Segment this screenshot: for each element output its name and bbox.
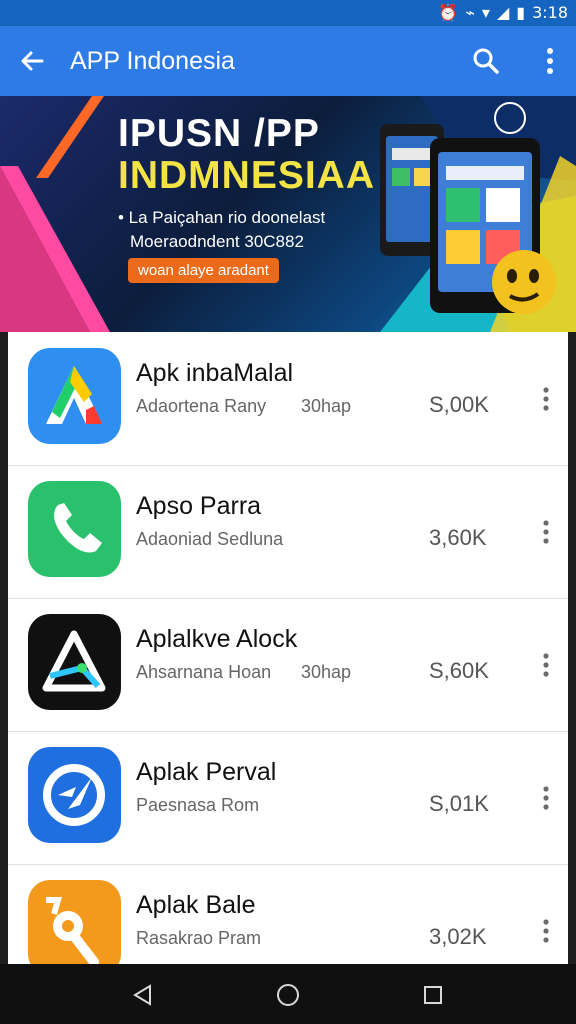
- list-item[interactable]: Apso Parra Adaoniad Sedluna 3,60K: [8, 465, 568, 599]
- banner-subtitle-line2: Moeraodndent 30C882: [130, 232, 304, 251]
- phone-call-icon: [28, 481, 121, 577]
- app-name: Aplalkve Alock: [136, 625, 298, 653]
- triangle-a-black-icon: [28, 614, 121, 710]
- battery-icon: ▮: [516, 3, 526, 22]
- status-bar: ⏰ ⌁ ▾ ◢ ▮ 3:18: [0, 0, 576, 26]
- app-developer: Paesnasa Rom: [136, 795, 260, 815]
- app-extra: 30hap: [301, 662, 352, 682]
- back-triangle-icon[interactable]: [128, 980, 158, 1010]
- status-icons: ⏰ ⌁ ▾ ◢ ▮ 3:18: [438, 3, 568, 22]
- wifi-icon: ▾: [481, 3, 490, 22]
- app-rating: 3,02K: [429, 924, 487, 949]
- more-vert-icon[interactable]: [534, 783, 558, 813]
- home-circle-icon[interactable]: [273, 980, 303, 1010]
- app-developer: Adaoniad Sedluna: [136, 529, 284, 549]
- list-item[interactable]: Apk inbaMalal Adaortena Rany 30hap S,00K: [8, 332, 568, 466]
- app-rating: 3,60K: [429, 525, 487, 550]
- banner-title-line1: IPUSN /PP: [118, 112, 320, 155]
- app-rating: S,60K: [429, 658, 489, 683]
- more-vert-icon[interactable]: [534, 384, 558, 414]
- more-vert-icon[interactable]: [534, 916, 558, 946]
- app-developer: Adaortena Rany: [136, 396, 267, 416]
- promo-banner[interactable]: IPUSN /PP INDMNESIAA • La Paiçahan rio d…: [0, 96, 576, 332]
- banner-cta-button[interactable]: woan alaye aradant: [128, 258, 279, 283]
- more-vert-icon[interactable]: [536, 43, 564, 79]
- app-list: Apk inbaMalal Adaortena Rany 30hap S,00K…: [8, 332, 568, 964]
- app-bar: APP Indonesia: [0, 26, 576, 96]
- app-developer: Rasakrao Pram: [136, 928, 262, 948]
- tools-orange-icon: [28, 880, 121, 964]
- back-arrow-icon[interactable]: [14, 43, 50, 79]
- more-vert-icon[interactable]: [534, 517, 558, 547]
- banner-subtitle-line1: • La Paiçahan rio doonelast: [118, 208, 326, 227]
- alarm-off-icon: ⏰: [438, 3, 459, 22]
- list-item[interactable]: Aplak Perval Paesnasa Rom S,01K: [8, 731, 568, 865]
- page-title: APP Indonesia: [70, 47, 235, 75]
- triangle-a-blue-icon: [28, 348, 121, 444]
- emoji-image: [492, 250, 556, 314]
- banner-title-line2: INDMNESIAA: [118, 154, 376, 197]
- app-rating: S,00K: [429, 392, 489, 417]
- list-item[interactable]: Aplak Bale Rasakrao Pram 3,02K: [8, 864, 568, 964]
- vibrate-icon: ⌁: [465, 3, 475, 22]
- app-name: Apso Parra: [136, 492, 262, 520]
- signal-icon: ◢: [496, 3, 510, 22]
- more-vert-icon[interactable]: [534, 650, 558, 680]
- app-extra: 30hap: [301, 396, 352, 416]
- app-name: Aplak Bale: [136, 891, 256, 919]
- navigation-bar: [0, 964, 576, 1024]
- list-item[interactable]: Aplalkve Alock Ahsarnana Hoan 30hap S,60…: [8, 598, 568, 732]
- app-rating: S,01K: [429, 791, 489, 816]
- app-developer: Ahsarnana Hoan: [136, 662, 272, 682]
- app-name: Aplak Perval: [136, 758, 277, 786]
- status-time: 3:18: [532, 3, 568, 22]
- search-icon[interactable]: [468, 43, 504, 79]
- app-name: Apk inbaMalal: [136, 359, 294, 387]
- recents-square-icon[interactable]: [418, 980, 448, 1010]
- compass-refresh-icon: [28, 747, 121, 843]
